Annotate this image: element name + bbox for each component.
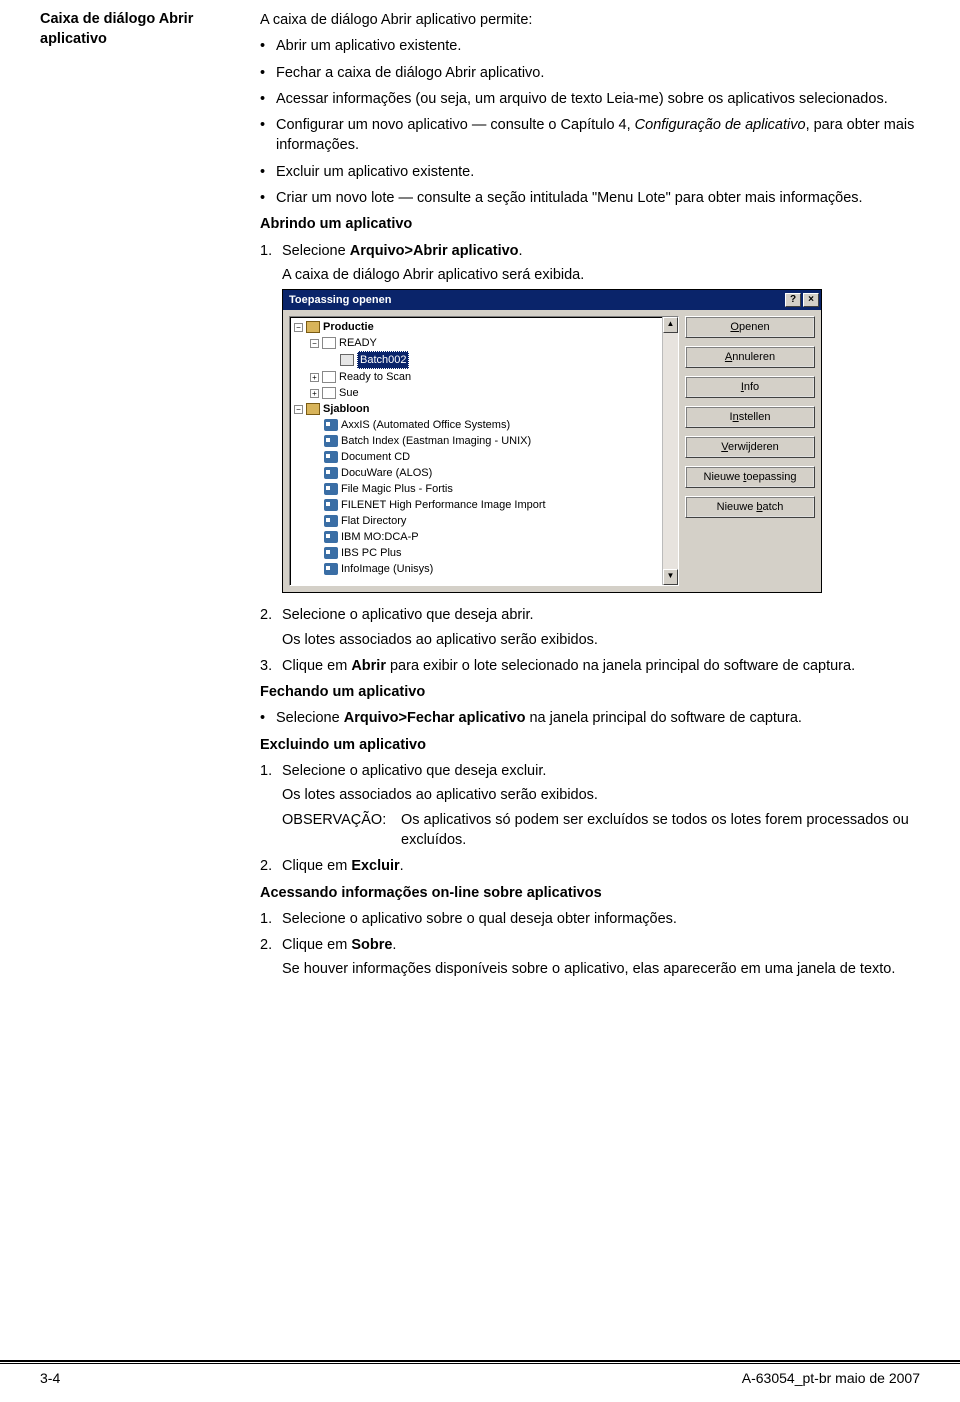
template-icon (324, 435, 338, 447)
tree-node[interactable]: FILENET High Performance Image Import (310, 497, 678, 513)
template-icon (324, 419, 338, 431)
page-number: 3-4 (40, 1370, 60, 1386)
help-icon[interactable]: ? (785, 293, 801, 307)
page-icon (322, 387, 336, 399)
subheading-excluindo: Excluindo um aplicativo (260, 735, 920, 755)
bullet-item: Fechar a caixa de diálogo Abrir aplicati… (260, 63, 920, 83)
page-footer: 3-4 A-63054_pt-br maio de 2007 (0, 1360, 960, 1402)
template-icon (324, 483, 338, 495)
tree-node[interactable]: File Magic Plus - Fortis (310, 481, 678, 497)
tree-node[interactable]: DocuWare (ALOS) (310, 465, 678, 481)
step-subtext: Os lotes associados ao aplicativo serão … (282, 630, 920, 650)
new-application-button[interactable]: Nieuwe toepassing (685, 466, 815, 488)
doc-icon (340, 354, 354, 366)
tree-node[interactable]: −Productie (294, 319, 678, 335)
tree-node[interactable]: AxxIS (Automated Office Systems) (310, 417, 678, 433)
page-icon (322, 371, 336, 383)
tree-node-selected[interactable]: Batch002 (326, 351, 678, 369)
step: Selecione o aplicativo que deseja abrir.… (260, 605, 920, 650)
tree-node[interactable]: InfoImage (Unisys) (310, 561, 678, 577)
template-icon (324, 563, 338, 575)
step-subtext: Se houver informações disponíveis sobre … (282, 959, 920, 979)
info-button[interactable]: Info (685, 376, 815, 398)
subheading-acessando: Acessando informações on-line sobre apli… (260, 883, 920, 903)
bullet-item: Configurar um novo aplicativo — consulte… (260, 115, 920, 156)
steps-abrindo: Selecione Arquivo>Abrir aplicativo. A ca… (260, 241, 920, 676)
template-icon (324, 451, 338, 463)
bullet-item: Selecione Arquivo>Fechar aplicativo na j… (260, 708, 920, 728)
step: Selecione Arquivo>Abrir aplicativo. A ca… (260, 241, 920, 594)
tree-node[interactable]: −READY (310, 335, 678, 351)
folder-icon (306, 403, 320, 415)
bullet-item: Criar um novo lote — consulte a seção in… (260, 188, 920, 208)
step: Selecione o aplicativo que deseja exclui… (260, 761, 920, 850)
open-button[interactable]: Openen (685, 316, 815, 338)
scroll-up-icon[interactable]: ▲ (663, 317, 678, 333)
step: Clique em Abrir para exibir o lote selec… (260, 656, 920, 676)
tree-node[interactable]: +Ready to Scan (310, 369, 678, 385)
setup-button[interactable]: Instellen (685, 406, 815, 428)
tree-node[interactable]: −Sjabloon (294, 401, 678, 417)
dialog-titlebar: Toepassing openen ? × (283, 290, 821, 310)
tree-node[interactable]: IBS PC Plus (310, 545, 678, 561)
tree-node[interactable]: Flat Directory (310, 513, 678, 529)
tree-node[interactable]: Batch Index (Eastman Imaging - UNIX) (310, 433, 678, 449)
bullet-item: Abrir um aplicativo existente. (260, 36, 920, 56)
doc-id-date: A-63054_pt-br maio de 2007 (742, 1370, 920, 1386)
close-icon[interactable]: × (803, 293, 819, 307)
delete-button[interactable]: Verwijderen (685, 436, 815, 458)
dialog-title: Toepassing openen (289, 293, 391, 308)
subheading-abrindo: Abrindo um aplicativo (260, 214, 920, 234)
bullet-item: Excluir um aplicativo existente. (260, 162, 920, 182)
note: OBSERVAÇÃO: Os aplicativos só podem ser … (282, 810, 920, 851)
scroll-down-icon[interactable]: ▼ (663, 569, 678, 585)
intro-text: A caixa de diálogo Abrir aplicativo perm… (260, 10, 920, 30)
content-column: A caixa de diálogo Abrir aplicativo perm… (260, 10, 920, 986)
template-icon (324, 531, 338, 543)
tree-node[interactable]: +Sue (310, 385, 678, 401)
step: Clique em Excluir. (260, 856, 920, 876)
feature-bullets: Abrir um aplicativo existente. Fechar a … (260, 36, 920, 208)
template-icon (324, 467, 338, 479)
step-subtext: A caixa de diálogo Abrir aplicativo será… (282, 265, 920, 285)
step: Selecione o aplicativo sobre o qual dese… (260, 909, 920, 929)
new-batch-button[interactable]: Nieuwe batch (685, 496, 815, 518)
application-tree[interactable]: −Productie −READY Batch002 +Ready to Sca… (289, 316, 679, 586)
step: Clique em Sobre. Se houver informações d… (260, 935, 920, 980)
page-icon (322, 337, 336, 349)
tree-node[interactable]: Document CD (310, 449, 678, 465)
bullet-item: Acessar informações (ou seja, um arquivo… (260, 89, 920, 109)
template-icon (324, 499, 338, 511)
section-heading: Caixa de diálogo Abrir aplicativo (40, 10, 240, 986)
cancel-button[interactable]: Annuleren (685, 346, 815, 368)
open-application-dialog: Toepassing openen ? × −Productie (282, 289, 822, 593)
subheading-fechando: Fechando um aplicativo (260, 682, 920, 702)
folder-icon (306, 321, 320, 333)
step-subtext: Os lotes associados ao aplicativo serão … (282, 785, 920, 805)
template-icon (324, 547, 338, 559)
template-icon (324, 515, 338, 527)
tree-node[interactable]: IBM MO:DCA-P (310, 529, 678, 545)
vertical-scrollbar[interactable]: ▲ ▼ (662, 317, 678, 585)
